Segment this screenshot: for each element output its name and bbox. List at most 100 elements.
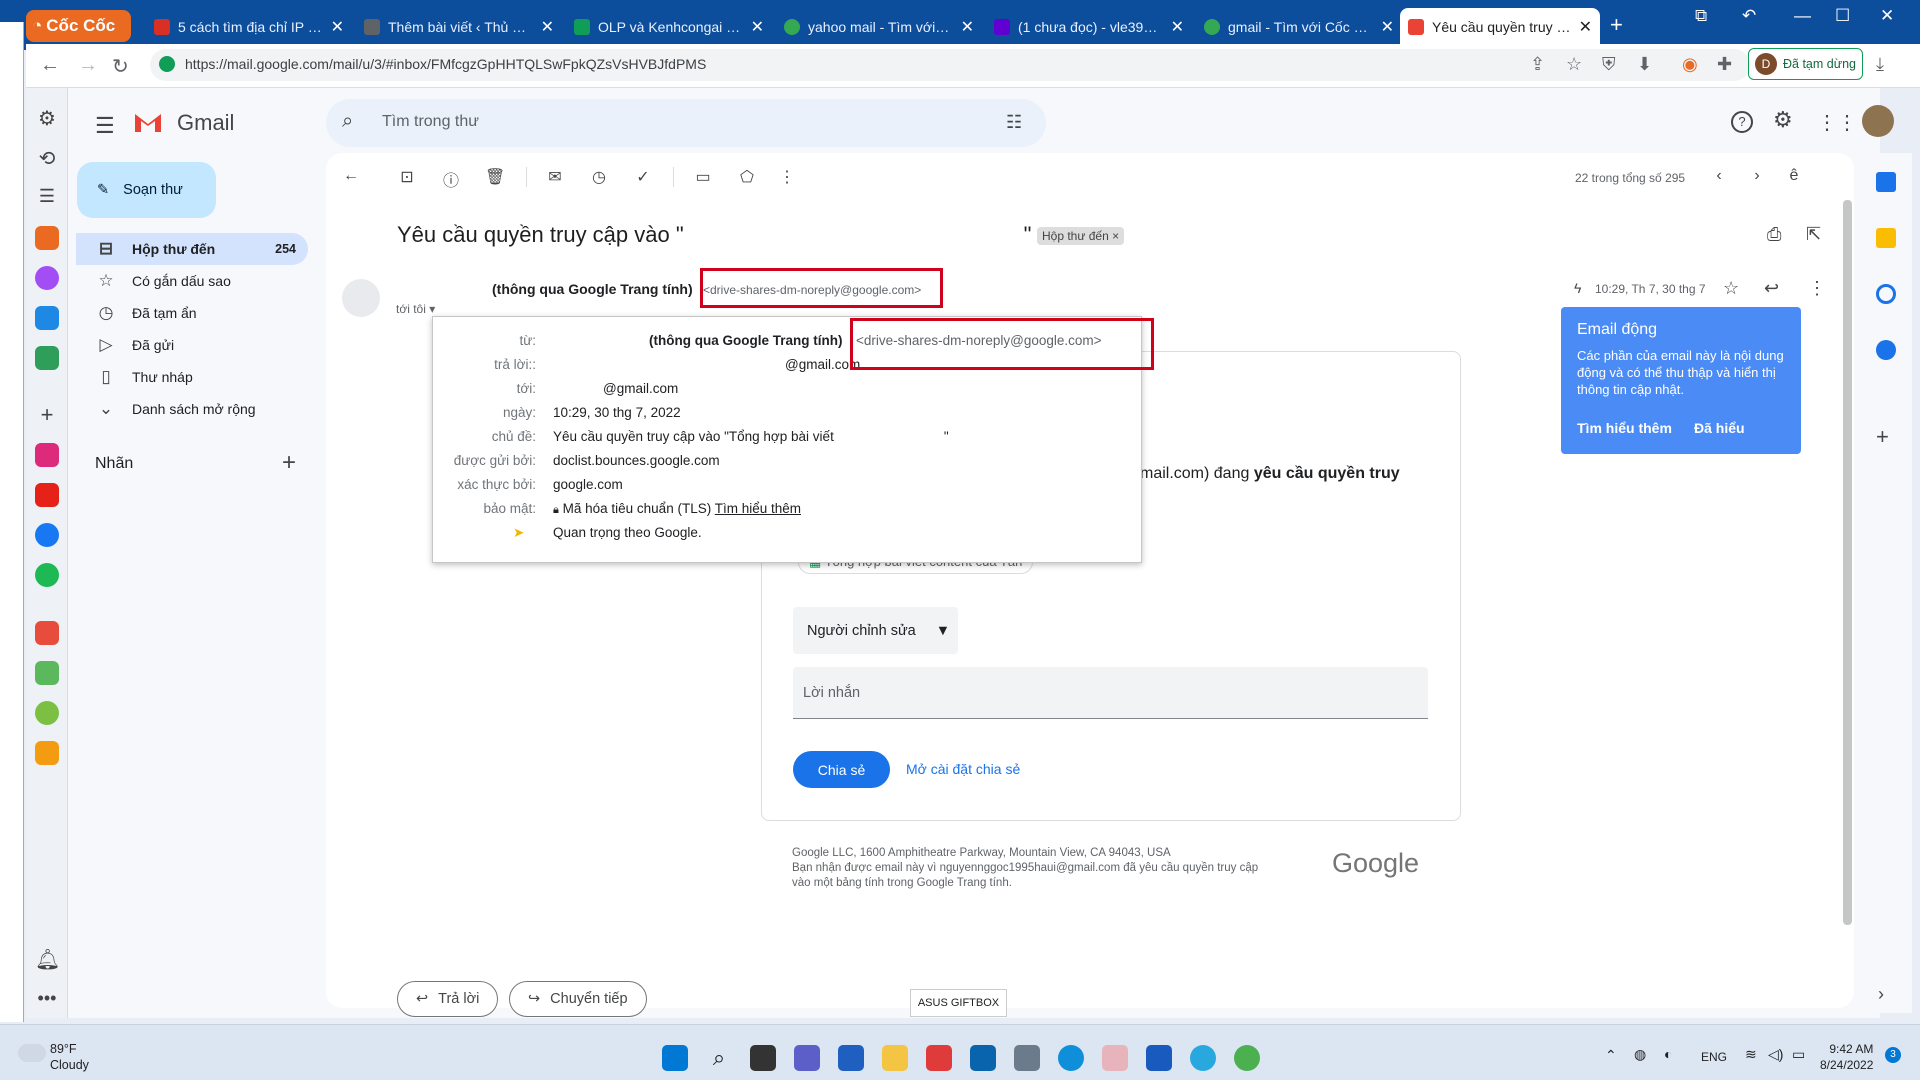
snipping-tool-icon[interactable] — [1102, 1045, 1128, 1071]
more-options-icon[interactable]: ••• — [35, 988, 59, 1012]
back-history-icon[interactable]: ↶ — [1742, 6, 1756, 26]
search-input[interactable]: Tìm trong thư — [382, 113, 479, 131]
delete-icon[interactable]: 🗑︎ — [485, 167, 505, 187]
back-icon[interactable]: ← — [40, 54, 60, 77]
learn-more-button[interactable]: Tìm hiểu thêm — [1577, 420, 1672, 436]
search-options-icon[interactable]: ☷ — [1006, 112, 1022, 133]
settings-icon[interactable]: ⚙ — [1773, 107, 1793, 133]
game-controller-icon[interactable] — [35, 346, 59, 370]
snooze-icon[interactable]: ◷ — [589, 167, 609, 187]
reply-icon[interactable]: ↩ — [1764, 278, 1779, 299]
remove-label-icon[interactable]: × — [1112, 229, 1119, 243]
close-tab-icon[interactable]: ✕ — [751, 17, 764, 37]
add-task-icon[interactable]: ✓ — [633, 167, 653, 187]
tasks-icon[interactable] — [1876, 284, 1896, 304]
nav-item-drafts[interactable]: ▯ Thư nháp — [76, 361, 308, 393]
more-actions-icon[interactable]: ⋮ — [777, 167, 797, 187]
inbox-label-chip[interactable]: Hộp thư đến × — [1037, 227, 1125, 245]
maximize-icon[interactable]: ☐ — [1835, 6, 1850, 26]
close-tab-icon[interactable]: ✕ — [961, 17, 974, 37]
mark-unread-icon[interactable]: ✉ — [545, 167, 565, 187]
deals-app-icon[interactable] — [35, 661, 59, 685]
report-spam-icon[interactable]: ⓘ — [441, 167, 461, 190]
nav-item-sent[interactable]: ▷ Đã gửi — [76, 329, 308, 361]
browser-tab[interactable]: Thêm bài viết ‹ Thủ Thu ✕ — [356, 8, 562, 45]
globe-app-icon[interactable] — [1190, 1045, 1216, 1071]
scrollbar[interactable] — [1843, 200, 1852, 925]
youtube-icon[interactable] — [35, 483, 59, 507]
start-windows-icon[interactable] — [662, 1045, 688, 1071]
show-side-panel-icon[interactable]: › — [1878, 984, 1884, 1005]
zalo-icon[interactable] — [35, 306, 59, 330]
clock[interactable]: 9:42 AM 8/24/2022 — [1820, 1041, 1873, 1073]
close-tab-icon[interactable]: ✕ — [331, 17, 344, 37]
app-tray-icon[interactable]: ◐ — [1664, 1046, 1672, 1062]
mail-app-icon[interactable] — [970, 1045, 996, 1071]
file-explorer-icon[interactable] — [882, 1045, 908, 1071]
add-label-icon[interactable]: + — [282, 449, 296, 477]
download-icon[interactable]: ⬇ — [1637, 54, 1652, 75]
reply-button[interactable]: ↩ Trả lời — [397, 981, 499, 1017]
weather-widget[interactable]: 89°F Cloudy — [50, 1041, 89, 1073]
role-dropdown[interactable]: Người chỉnh sửa ▼ — [793, 607, 958, 654]
nav-item-starred[interactable]: ☆ Có gắn dấu sao — [76, 265, 308, 297]
search-icon[interactable]: ⌕ — [342, 110, 353, 133]
close-window-icon[interactable]: ✕ — [1880, 6, 1894, 26]
task-view-icon[interactable] — [750, 1045, 776, 1071]
learn-more-link[interactable]: Tìm hiểu thêm — [715, 501, 801, 516]
help-icon[interactable]: ? — [1731, 111, 1753, 133]
instagram-icon[interactable] — [35, 443, 59, 467]
close-tab-icon[interactable]: ✕ — [1381, 17, 1394, 37]
browser-tab[interactable]: (1 chưa đọc) - vle3964@ ✕ — [986, 8, 1192, 45]
store-icon[interactable] — [838, 1045, 864, 1071]
browser-brand[interactable]: ◔ Cốc Cốc — [26, 10, 131, 42]
history-icon[interactable]: ⟲ — [35, 146, 59, 170]
add-sidebar-app-icon[interactable]: + — [35, 402, 59, 427]
open-new-window-icon[interactable]: ⇱ — [1806, 224, 1821, 245]
giftbox-app-icon[interactable] — [926, 1045, 952, 1071]
share-button[interactable]: Chia sẻ — [793, 751, 890, 788]
browser-tab-active[interactable]: Yêu cầu quyền truy cập ✕ — [1400, 8, 1600, 45]
notification-count-badge[interactable]: 3 — [1885, 1047, 1901, 1063]
forward-icon[interactable]: → — [78, 54, 98, 77]
star-email-icon[interactable]: ☆ — [1723, 278, 1739, 299]
shopping-app-icon[interactable] — [35, 621, 59, 645]
archive-icon[interactable]: ⊡ — [397, 167, 417, 187]
show-hidden-icons-chevron-icon[interactable]: ⌃ — [1605, 1047, 1617, 1064]
forward-button[interactable]: ↪ Chuyển tiếp — [509, 981, 647, 1017]
newer-chevron-icon[interactable]: ‹ — [1709, 167, 1729, 187]
word-icon[interactable] — [1146, 1045, 1172, 1071]
coccoc-crown-icon[interactable] — [35, 226, 59, 250]
browser-tab[interactable]: gmail - Tìm với Cốc Cốc ✕ — [1196, 8, 1402, 45]
network-tray-icon[interactable]: ◍ — [1634, 1046, 1646, 1063]
back-to-inbox-icon[interactable]: ← — [341, 167, 361, 187]
calculator-icon[interactable] — [1014, 1045, 1040, 1071]
new-tab-icon[interactable]: + — [1610, 12, 1623, 38]
wifi-icon[interactable]: ≋ — [1745, 1046, 1757, 1063]
account-avatar[interactable] — [1862, 105, 1894, 137]
settings-gear-icon[interactable]: ⚙ — [35, 106, 59, 130]
keep-icon[interactable] — [1876, 228, 1896, 248]
browser-tab[interactable]: yahoo mail - Tìm với Cố ✕ — [776, 8, 982, 45]
nav-item-snoozed[interactable]: ◷ Đã tạm ẩn — [76, 297, 308, 329]
move-to-icon[interactable]: ▭ — [693, 167, 713, 187]
browser-tab[interactable]: 5 cách tìm địa chỉ IP của ✕ — [146, 8, 352, 45]
message-input[interactable]: Lời nhắn — [793, 667, 1428, 719]
share-page-icon[interactable]: ⇪ — [1530, 54, 1545, 75]
url-text[interactable]: https://mail.google.com/mail/u/3/#inbox/… — [185, 56, 706, 72]
language-indicator[interactable]: ENG — [1701, 1050, 1727, 1064]
taskbar-search-icon[interactable]: ⌕ — [706, 1045, 732, 1071]
facebook-icon[interactable] — [35, 523, 59, 547]
older-chevron-icon[interactable]: › — [1747, 167, 1767, 187]
gmail-logo-icon[interactable] — [133, 110, 163, 134]
recipient-toggle[interactable]: tới tôi ▾ — [396, 302, 435, 316]
puzzle-extensions-icon[interactable]: ✚ — [1717, 54, 1732, 75]
got-it-button[interactable]: Đã hiểu — [1694, 420, 1745, 436]
close-tab-icon[interactable]: ✕ — [1171, 17, 1184, 37]
input-tools-icon[interactable]: ê — [1784, 167, 1804, 187]
spotify-icon[interactable] — [35, 563, 59, 587]
close-tab-icon[interactable]: ✕ — [541, 17, 554, 37]
tab-search-icon[interactable]: ⧉ — [1695, 6, 1707, 26]
main-menu-icon[interactable]: ☰ — [95, 113, 115, 139]
extension-shield-icon[interactable]: ⛨ — [1602, 54, 1616, 75]
